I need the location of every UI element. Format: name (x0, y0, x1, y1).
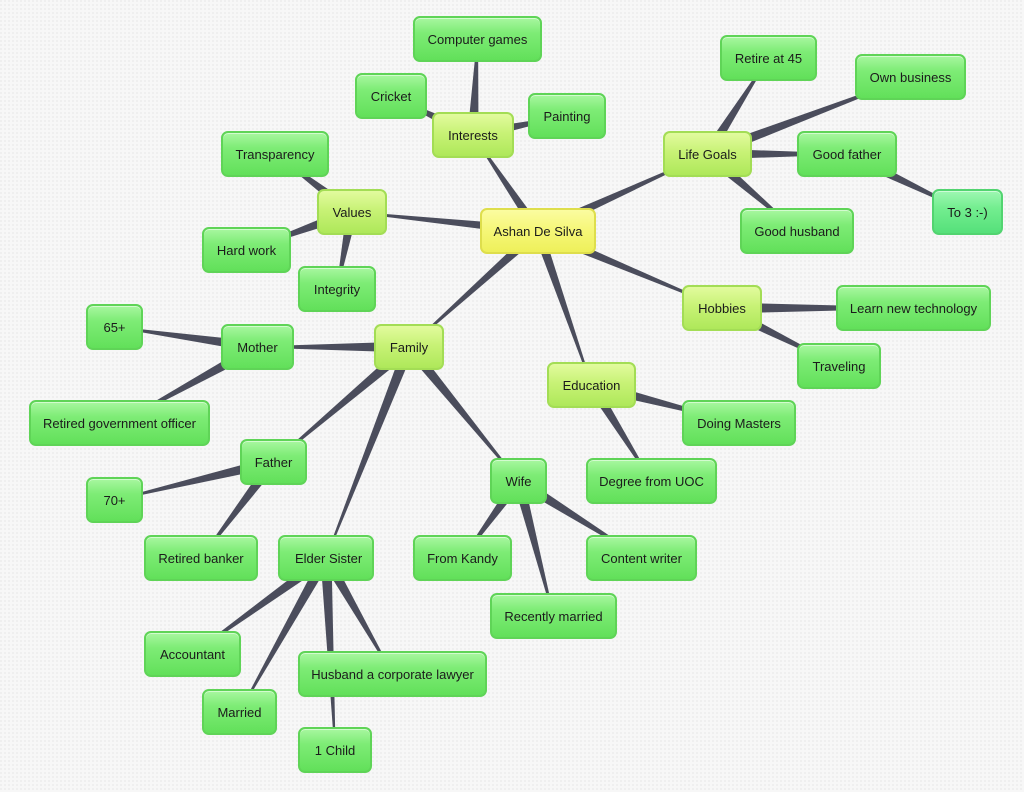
node-cricket[interactable]: Cricket (355, 73, 427, 119)
node-retired-banker[interactable]: Retired banker (144, 535, 258, 581)
node-family[interactable]: Family (374, 324, 444, 370)
node-retire-at-45[interactable]: Retire at 45 (720, 35, 817, 81)
node-good-father[interactable]: Good father (797, 131, 897, 177)
node-one-child[interactable]: 1 Child (298, 727, 372, 773)
node-from-kandy[interactable]: From Kandy (413, 535, 512, 581)
node-learn-new-technology[interactable]: Learn new technology (836, 285, 991, 331)
node-to-3[interactable]: To 3 :-) (932, 189, 1003, 235)
node-values[interactable]: Values (317, 189, 387, 235)
node-computer-games[interactable]: Computer games (413, 16, 542, 62)
node-father-age[interactable]: 70+ (86, 477, 143, 523)
mind-map-canvas[interactable]: Ashan De Silva Interests Computer games … (0, 0, 1024, 792)
node-degree-from-uoc[interactable]: Degree from UOC (586, 458, 717, 504)
node-hobbies[interactable]: Hobbies (682, 285, 762, 331)
node-father[interactable]: Father (240, 439, 307, 485)
node-hard-work[interactable]: Hard work (202, 227, 291, 273)
node-content-writer[interactable]: Content writer (586, 535, 697, 581)
node-interests[interactable]: Interests (432, 112, 514, 158)
node-life-goals[interactable]: Life Goals (663, 131, 752, 177)
node-doing-masters[interactable]: Doing Masters (682, 400, 796, 446)
node-married[interactable]: Married (202, 689, 277, 735)
node-traveling[interactable]: Traveling (797, 343, 881, 389)
node-elder-sister[interactable]: Elder Sister (278, 535, 374, 581)
node-mother[interactable]: Mother (221, 324, 294, 370)
node-recently-married[interactable]: Recently married (490, 593, 617, 639)
node-husband-lawyer[interactable]: Husband a corporate lawyer (298, 651, 487, 697)
node-education[interactable]: Education (547, 362, 636, 408)
node-painting[interactable]: Painting (528, 93, 606, 139)
node-wife[interactable]: Wife (490, 458, 547, 504)
node-root[interactable]: Ashan De Silva (480, 208, 596, 254)
node-integrity[interactable]: Integrity (298, 266, 376, 312)
node-accountant[interactable]: Accountant (144, 631, 241, 677)
node-good-husband[interactable]: Good husband (740, 208, 854, 254)
node-mother-age[interactable]: 65+ (86, 304, 143, 350)
node-transparency[interactable]: Transparency (221, 131, 329, 177)
node-own-business[interactable]: Own business (855, 54, 966, 100)
node-retired-government-officer[interactable]: Retired government officer (29, 400, 210, 446)
